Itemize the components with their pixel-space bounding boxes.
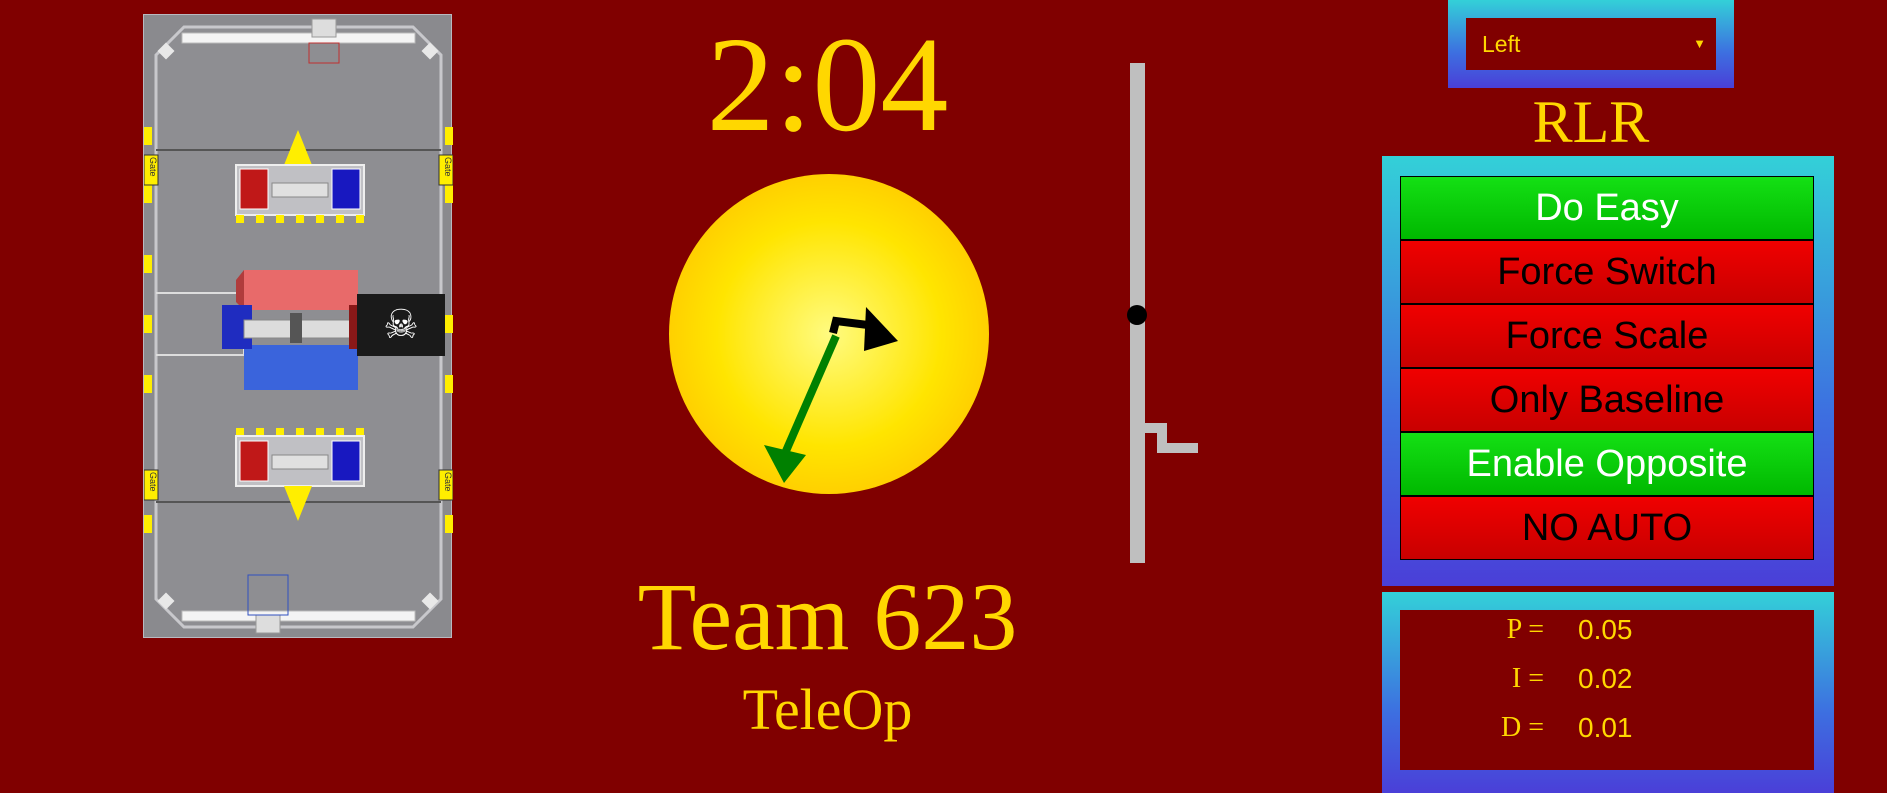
- team-number: Team 623: [637, 563, 1018, 670]
- lift-position-marker: [1127, 305, 1147, 325]
- option-no-auto[interactable]: NO AUTO: [1400, 496, 1814, 560]
- pid-i-value[interactable]: 0.02: [1578, 663, 1633, 695]
- gate-label: Gate: [148, 157, 158, 177]
- match-timer: 2:04: [706, 10, 949, 160]
- pid-d-value[interactable]: 0.01: [1578, 712, 1633, 744]
- starting-side-panel: Left ▼: [1448, 0, 1734, 88]
- field-map: ☠ Gate Gate Gate Gate: [143, 14, 454, 638]
- gate-label: Gate: [443, 472, 453, 492]
- skull-crossbones-icon: ☠: [383, 302, 419, 348]
- robot-marker: ☠: [357, 294, 445, 356]
- gate-label: Gate: [443, 157, 453, 177]
- pid-p-label: P =: [1506, 614, 1544, 645]
- option-only-baseline[interactable]: Only Baseline: [1400, 368, 1814, 432]
- option-force-switch[interactable]: Force Switch: [1400, 240, 1814, 304]
- auto-options-panel: Do Easy Force Switch Force Scale Only Ba…: [1382, 156, 1834, 586]
- gate-label: Gate: [148, 472, 158, 492]
- pid-values: P = 0.05 I = 0.02 D = 0.01: [1400, 610, 1814, 770]
- gyro-dial: [669, 174, 989, 494]
- pid-d-label: D =: [1500, 712, 1544, 743]
- pid-p-value[interactable]: 0.05: [1578, 614, 1633, 646]
- starting-side-value: Left: [1482, 31, 1521, 57]
- option-force-scale[interactable]: Force Scale: [1400, 304, 1814, 368]
- gyro-heading-indicator: [668, 173, 990, 495]
- lift-height-gauge: [1120, 58, 1220, 568]
- option-enable-opposite[interactable]: Enable Opposite: [1400, 432, 1814, 496]
- chevron-down-icon: ▼: [1693, 36, 1706, 51]
- pid-i-label: I =: [1511, 663, 1544, 694]
- option-do-easy[interactable]: Do Easy: [1400, 176, 1814, 240]
- robot-mode: TeleOp: [742, 677, 913, 742]
- starting-side-select[interactable]: Left ▼: [1466, 18, 1716, 70]
- pid-panel: P = 0.05 I = 0.02 D = 0.01: [1382, 592, 1834, 793]
- plate-assignment: RLR: [1532, 89, 1650, 155]
- lift-carriage-icon: [1145, 423, 1198, 453]
